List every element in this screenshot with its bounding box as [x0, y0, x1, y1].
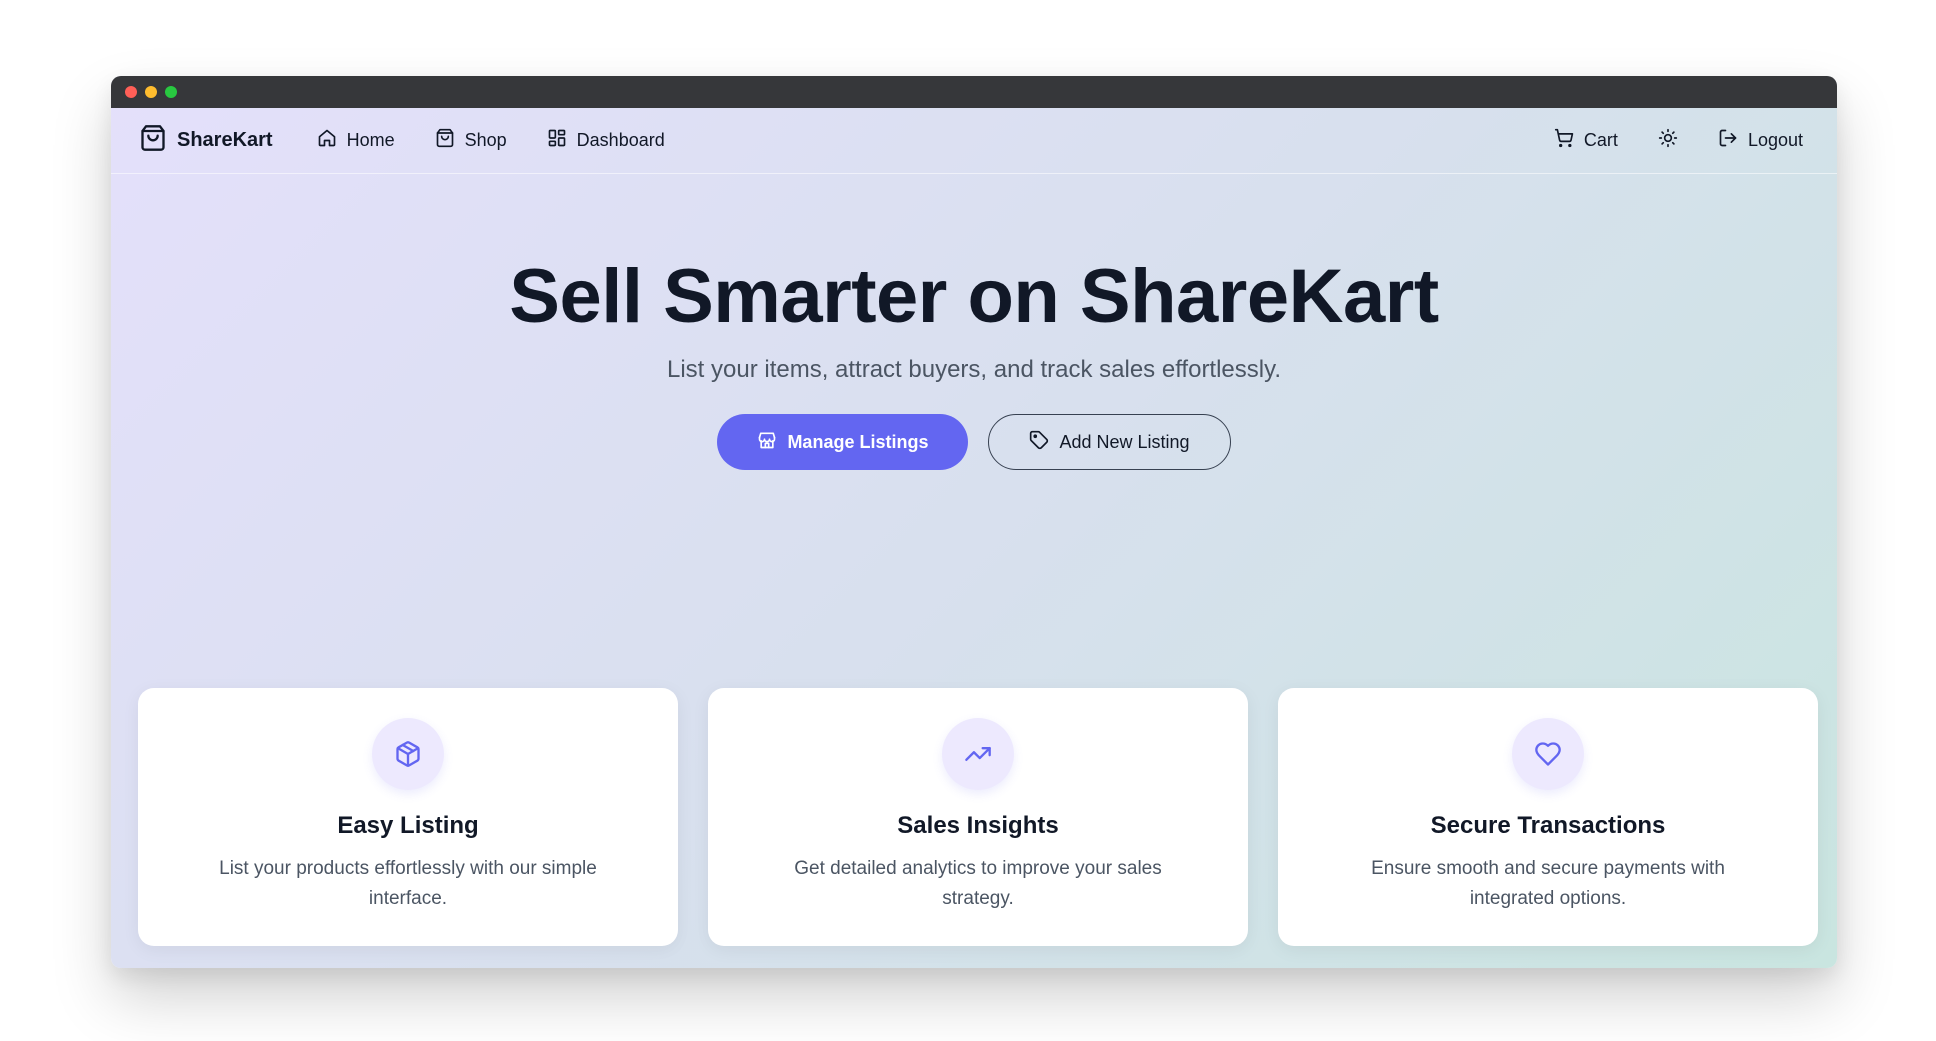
- home-icon: [317, 128, 337, 153]
- hero-title: Sell Smarter on ShareKart: [509, 254, 1439, 339]
- hero-section: Sell Smarter on ShareKart List your item…: [111, 174, 1837, 470]
- feature-card: Easy Listing List your products effortle…: [138, 688, 678, 946]
- hero-buttons: Manage Listings Add New Listing: [111, 414, 1837, 470]
- close-window-button[interactable]: [125, 86, 137, 98]
- grid-icon: [547, 128, 567, 153]
- nav-dashboard-link[interactable]: Dashboard: [547, 128, 665, 153]
- add-new-listing-button[interactable]: Add New Listing: [988, 414, 1231, 470]
- manage-listings-button[interactable]: Manage Listings: [717, 414, 969, 470]
- cart-icon: [1554, 128, 1574, 153]
- feature-description: Get detailed analytics to improve your s…: [794, 858, 1162, 909]
- logout-button[interactable]: Logout: [1718, 128, 1803, 153]
- hero-subtitle: List your items, attract buyers, and tra…: [666, 356, 1281, 383]
- sun-icon: [1658, 128, 1678, 153]
- nav-shop-label: Shop: [464, 130, 507, 150]
- brand-logo[interactable]: ShareKart: [139, 124, 273, 157]
- logout-icon: [1718, 128, 1738, 153]
- nav-dashboard-label: Dashboard: [576, 130, 665, 150]
- feature-description: List your products effortlessly with our…: [219, 858, 597, 909]
- window-titlebar: [111, 76, 1837, 108]
- trending-up-icon: [942, 718, 1014, 790]
- logout-label: Logout: [1747, 130, 1803, 150]
- brand-name: ShareKart: [177, 129, 273, 151]
- feature-title: Sales Insights: [897, 812, 1059, 839]
- theme-toggle-button[interactable]: [1658, 128, 1678, 153]
- feature-title: Secure Transactions: [1430, 812, 1666, 839]
- store-icon: [757, 430, 777, 455]
- tag-icon: [1029, 430, 1049, 455]
- nav-actions: Cart Logout: [1554, 128, 1803, 153]
- feature-title: Easy Listing: [337, 812, 479, 839]
- feature-card: Sales Insights Get detailed analytics to…: [708, 688, 1248, 946]
- nav-home-link[interactable]: Home: [317, 128, 395, 153]
- add-new-listing-label: Add New Listing: [1059, 431, 1190, 452]
- nav-home-label: Home: [346, 130, 395, 150]
- features-section: Easy Listing List your products effortle…: [138, 688, 1818, 946]
- navbar: ShareKart Home Shop Dashboard Cart Logou…: [111, 108, 1837, 174]
- cart-button[interactable]: Cart: [1554, 128, 1618, 153]
- browser-window: ShareKart Home Shop Dashboard Cart Logou…: [111, 76, 1837, 968]
- feature-description: Ensure smooth and secure payments with i…: [1371, 858, 1725, 909]
- nav-links: Home Shop Dashboard: [317, 128, 665, 153]
- feature-card: Secure Transactions Ensure smooth and se…: [1278, 688, 1818, 946]
- cart-label: Cart: [1583, 130, 1618, 150]
- package-icon: [372, 718, 444, 790]
- nav-shop-link[interactable]: Shop: [435, 128, 507, 153]
- manage-listings-label: Manage Listings: [787, 431, 929, 452]
- maximize-window-button[interactable]: [165, 86, 177, 98]
- heart-icon: [1512, 718, 1584, 790]
- shopping-bag-icon: [139, 124, 167, 157]
- minimize-window-button[interactable]: [145, 86, 157, 98]
- shopping-bag-icon: [435, 128, 455, 153]
